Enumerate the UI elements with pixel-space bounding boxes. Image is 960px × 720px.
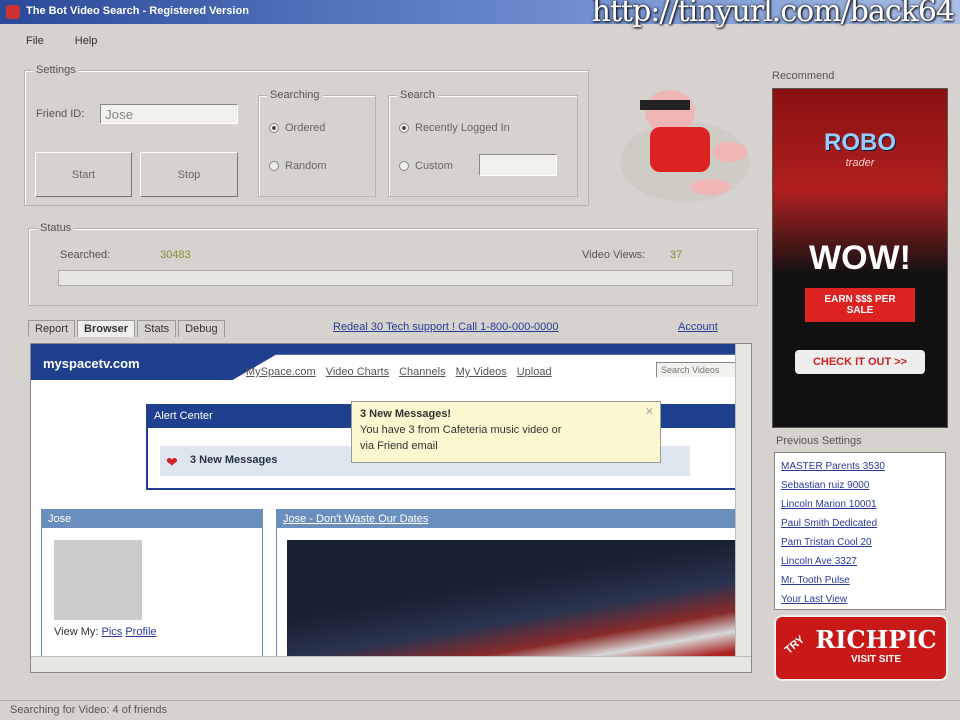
tooltip-text: via Friend email <box>360 440 438 452</box>
tab-bar: Report Browser Stats Debug <box>28 320 227 337</box>
robo-trader-ad[interactable]: ROBO trader WOW! EARN $$$ PER SALE CHECK… <box>772 88 948 428</box>
profile-photo <box>54 540 142 620</box>
previous-settings-label: Previous Settings <box>776 435 862 447</box>
ad-tag: TRY <box>782 633 807 657</box>
previous-setting-item[interactable]: Lincoln Ave 3327 <box>781 552 939 571</box>
app-icon <box>6 5 20 19</box>
radio-label: Custom <box>415 160 453 172</box>
previous-setting-item[interactable]: Your Last View <box>781 590 939 609</box>
video-title[interactable]: Jose - Don't Waste Our Dates <box>277 510 745 528</box>
nav-link[interactable]: MySpace.com <box>246 366 316 378</box>
profile-link[interactable]: Profile <box>125 626 156 638</box>
profile-title: Jose <box>42 510 262 528</box>
pig-mascot-image <box>620 90 750 202</box>
tooltip-title: 3 New Messages! <box>360 408 452 420</box>
video-box: Jose - Don't Waste Our Dates <box>276 509 746 660</box>
ad-sub: trader <box>845 157 875 169</box>
friend-id-input[interactable] <box>100 104 238 124</box>
nav-link[interactable]: Channels <box>399 366 445 378</box>
search-label: Search <box>397 89 438 101</box>
site-nav: MySpace.com Video Charts Channels My Vid… <box>246 366 552 378</box>
recommend-label: Recommend <box>772 70 835 82</box>
tab-stats[interactable]: Stats <box>137 320 177 337</box>
site-logo: myspacetv.com <box>43 356 140 371</box>
new-messages-tooltip: 3 New Messages! You have 3 from Cafeteri… <box>351 401 661 463</box>
previous-setting-item[interactable]: Paul Smith Dedicated <box>781 514 939 533</box>
account-link[interactable]: Account <box>678 321 718 333</box>
previous-setting-item[interactable]: MASTER Parents 3530 <box>781 457 939 476</box>
view-my: View My: Pics Profile <box>54 626 157 638</box>
menu-bar: File Help <box>26 35 125 47</box>
ad-visit: VISIT SITE <box>850 654 901 665</box>
status-bar: Searching for Video: 4 of friends <box>0 700 960 720</box>
radio-label: Ordered <box>285 122 326 134</box>
previous-setting-item[interactable]: Lincoln Marion 10001 <box>781 495 939 514</box>
tab-debug[interactable]: Debug <box>178 320 225 337</box>
nav-link[interactable]: My Videos <box>456 366 507 378</box>
radio-ordered[interactable]: Ordered <box>269 122 325 134</box>
previous-setting-item[interactable]: Pam Tristan Cool 20 <box>781 533 939 552</box>
previous-settings-list: MASTER Parents 3530 Sebastian ruiz 9000 Li… <box>774 452 946 610</box>
settings-label: Settings <box>33 64 79 76</box>
ad-brand: RICHPIC <box>815 625 937 654</box>
stop-button[interactable]: Stop <box>140 152 238 197</box>
ad-earn: EARN $$$ PER SALE <box>805 288 915 322</box>
support-link[interactable]: Redeal 30 Tech support ! Call 1-800-000-… <box>333 321 558 333</box>
searched-label: Searched: <box>60 249 111 261</box>
video-views-label: Video Views: <box>582 249 646 261</box>
status-group: Status <box>28 222 758 306</box>
radio-random[interactable]: Random <box>269 160 327 172</box>
heart-icon: ❤ <box>166 454 178 470</box>
previous-setting-item[interactable]: Sebastian ruiz 9000 <box>781 476 939 495</box>
ad-wow: WOW! <box>809 239 911 277</box>
searching-group: Searching Ordered Random <box>258 89 376 197</box>
status-label: Status <box>37 222 75 234</box>
tab-browser[interactable]: Browser <box>77 320 136 337</box>
ad-check-button[interactable]: CHECK IT OUT >> <box>795 350 925 374</box>
close-icon[interactable]: ✕ <box>645 404 654 420</box>
search-group: Search Recently Logged In Custom <box>388 89 578 197</box>
site-search-input[interactable] <box>656 362 736 378</box>
tooltip-text: You have 3 from Cafeteria music video or <box>360 424 562 436</box>
radio-recent[interactable]: Recently Logged In <box>399 122 510 134</box>
ad-brand: ROBO <box>824 129 896 156</box>
radio-label: Random <box>285 160 327 172</box>
menu-help[interactable]: Help <box>75 35 98 47</box>
profile-box: Jose View My: Pics Profile <box>41 509 263 659</box>
window-title: The Bot Video Search - Registered Versio… <box>26 5 249 17</box>
friend-id-label: Friend ID: <box>36 108 85 120</box>
nav-link[interactable]: Upload <box>517 366 552 378</box>
tab-report[interactable]: Report <box>28 320 76 337</box>
radio-custom[interactable]: Custom <box>399 160 453 172</box>
video-player[interactable] <box>287 540 742 660</box>
watermark: http://tinyurl.com/back64 <box>591 0 955 29</box>
radio-label: Recently Logged In <box>415 122 510 134</box>
custom-input[interactable] <box>479 154 557 176</box>
browser-view[interactable]: myspacetv.com MySpace.com Video Charts C… <box>30 343 752 673</box>
nav-link[interactable]: Video Charts <box>326 366 389 378</box>
horizontal-scrollbar[interactable] <box>31 656 751 672</box>
searched-value: 30483 <box>160 249 191 261</box>
vertical-scrollbar[interactable] <box>735 344 751 656</box>
previous-setting-item[interactable]: Mr. Tooth Pulse <box>781 571 939 590</box>
search-progress-bar <box>58 270 733 286</box>
view-my-label: View My: <box>54 626 99 638</box>
searching-label: Searching <box>267 89 323 101</box>
start-button[interactable]: Start <box>35 152 132 197</box>
pics-link[interactable]: Pics <box>101 626 122 638</box>
richpic-ad[interactable]: TRY RICHPIC VISIT SITE <box>774 615 948 681</box>
video-views-value: 37 <box>670 249 683 261</box>
menu-file[interactable]: File <box>26 35 44 47</box>
